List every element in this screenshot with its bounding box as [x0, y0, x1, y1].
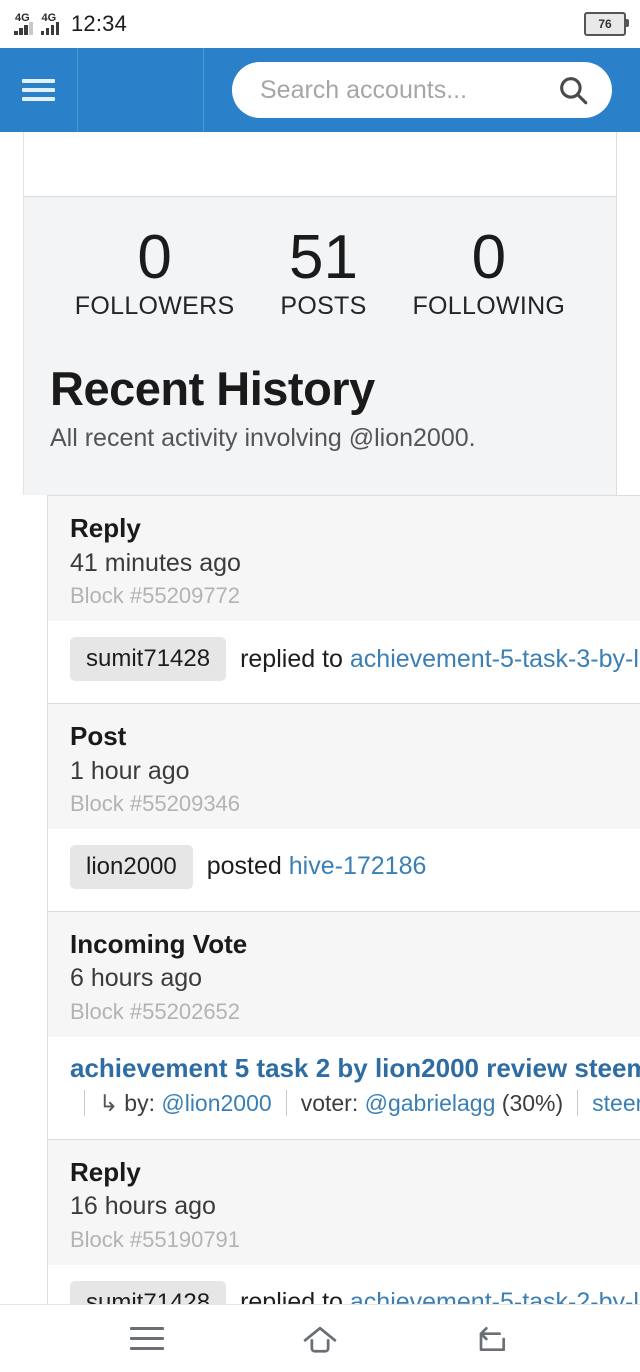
android-status-bar: 4G 4G 12:34 76: [0, 0, 640, 48]
activity-target-link[interactable]: achievement-5-task-2-by-lion2000: [350, 1288, 640, 1304]
meta-divider: [577, 1090, 579, 1117]
activity-target-link[interactable]: achievement-5-task-3-by-lion2000: [350, 645, 640, 674]
activity-body: achievement 5 task 2 by lion2000 review …: [48, 1036, 640, 1139]
app-header: [0, 48, 640, 132]
activity-block: Block #55202652: [70, 999, 241, 1025]
activity-body: sumit71428 replied to achievement-5-task…: [48, 1264, 640, 1304]
profile-stats-block: 0 FOLLOWERS 51 POSTS 0 FOLLOWING: [24, 197, 616, 332]
activity-item-incoming-vote[interactable]: Incoming Vote 6 hours ago Block #5520265…: [48, 911, 640, 1140]
battery-icon: 76: [584, 12, 629, 36]
stat-following-label: FOLLOWING: [412, 292, 566, 321]
activity-body: lion2000 posted hive-172186: [48, 828, 640, 911]
meta-by-author[interactable]: @lion2000: [161, 1090, 271, 1117]
profile-page: 0 FOLLOWERS 51 POSTS 0 FOLLOWING Recent …: [0, 132, 640, 1304]
activity-summary: sumit71428 replied to achievement-5-task…: [70, 637, 640, 682]
activity-vote-meta: ↳ by: @lion2000 voter: @gabrielagg (30%)…: [70, 1090, 640, 1117]
stat-followers[interactable]: 0 FOLLOWERS: [75, 225, 235, 321]
status-bar-clock: 12:34: [71, 11, 128, 36]
meta-voter-account[interactable]: @gabrielagg: [365, 1090, 496, 1117]
activity-post-title-link[interactable]: achievement 5 task 2 by lion2000 review …: [70, 1053, 640, 1084]
search-icon[interactable]: [556, 73, 590, 107]
page-viewport[interactable]: 0 FOLLOWERS 51 POSTS 0 FOLLOWING Recent …: [0, 132, 640, 1304]
activity-timestamp: 41 minutes ago: [70, 548, 241, 577]
meta-by-label: by:: [124, 1089, 155, 1116]
battery-percentage: 76: [598, 17, 612, 31]
activity-actor-badge[interactable]: lion2000: [70, 844, 193, 889]
activity-type: Reply: [70, 513, 141, 544]
stat-following-value: 0: [471, 223, 507, 292]
status-bar-left: 4G 4G 12:34: [14, 11, 127, 37]
hamburger-icon[interactable]: [22, 79, 62, 101]
meta-voter-label: voter:: [300, 1089, 359, 1116]
header-divider-2: [203, 48, 204, 132]
signal-icon-sim2: 4G: [40, 12, 59, 35]
stat-followers-value: 0: [137, 223, 172, 292]
activity-block: Block #55209346: [70, 791, 241, 817]
page-subtitle: All recent activity involving @lion2000.: [50, 424, 476, 453]
recent-history-header: Recent History All recent activity invol…: [24, 331, 616, 466]
profile-stats: 0 FOLLOWERS 51 POSTS 0 FOLLOWING: [24, 225, 616, 321]
activity-summary: lion2000 posted hive-172186: [70, 844, 640, 889]
activity-list: Reply 41 minutes ago Block #55209772 sum…: [47, 495, 640, 1304]
activity-verb: replied to: [240, 1288, 343, 1304]
activity-actor-badge[interactable]: sumit71428: [70, 1280, 227, 1304]
activity-verb: replied to: [240, 644, 343, 673]
activity-body: sumit71428 replied to achievement-5-task…: [48, 621, 640, 704]
home-icon[interactable]: [288, 1315, 352, 1363]
activity-timestamp: 1 hour ago: [70, 756, 190, 785]
activity-timestamp: 6 hours ago: [70, 964, 203, 993]
activity-item-post[interactable]: Post 1 hour ago Block #55209346 lion2000…: [48, 704, 640, 912]
activity-header: Reply 16 hours ago Block #55190791: [48, 1139, 640, 1265]
stat-followers-label: FOLLOWERS: [74, 292, 235, 321]
back-icon[interactable]: [461, 1315, 525, 1363]
activity-block: Block #55190791: [70, 1227, 241, 1253]
stat-following[interactable]: 0 FOLLOWING: [412, 225, 565, 321]
activity-block: Block #55209772: [70, 583, 241, 609]
search-bar[interactable]: [232, 62, 612, 118]
activity-target-link[interactable]: hive-172186: [289, 852, 427, 881]
activity-item-reply-1[interactable]: Reply 41 minutes ago Block #55209772 sum…: [48, 496, 640, 705]
meta-divider: [84, 1090, 85, 1117]
network-type-sim2: 4G: [41, 12, 57, 24]
stat-posts-label: POSTS: [280, 292, 367, 321]
activity-actor-badge[interactable]: sumit71428: [70, 637, 227, 682]
activity-item-reply-2[interactable]: Reply 16 hours ago Block #55190791 sumit…: [48, 1139, 640, 1304]
stat-posts-value: 51: [288, 223, 358, 292]
activity-header: Incoming Vote 6 hours ago Block #5520265…: [48, 911, 640, 1037]
reply-arrow-icon: ↳: [99, 1089, 119, 1116]
activity-type: Post: [70, 721, 127, 752]
android-nav-bar: [0, 1304, 640, 1372]
recents-icon[interactable]: [115, 1315, 179, 1363]
meta-voter-weight: (30%): [501, 1089, 564, 1116]
header-divider-1: [77, 48, 78, 132]
activity-timestamp: 16 hours ago: [70, 1192, 216, 1221]
activity-summary: sumit71428 replied to achievement-5-task…: [70, 1280, 640, 1304]
signal-icon-sim1: 4G: [14, 13, 33, 35]
activity-verb: posted: [206, 852, 282, 881]
history-spacer: [24, 465, 616, 496]
profile-cover-card: [24, 132, 616, 197]
activity-type: Reply: [70, 1156, 141, 1187]
activity-header: Reply 41 minutes ago Block #55209772: [48, 496, 640, 622]
search-input[interactable]: [258, 74, 556, 106]
meta-source-link[interactable]: steemit.com: [592, 1090, 640, 1117]
stat-posts[interactable]: 51 POSTS: [278, 225, 368, 321]
status-bar-right: 76: [584, 12, 629, 36]
page-title: Recent History: [50, 362, 375, 416]
activity-type: Incoming Vote: [70, 928, 248, 959]
activity-header: Post 1 hour ago Block #55209346: [48, 704, 640, 829]
network-type-sim1: 4G: [15, 12, 30, 24]
profile-column: 0 FOLLOWERS 51 POSTS 0 FOLLOWING Recent …: [23, 132, 617, 496]
meta-divider: [285, 1090, 287, 1117]
